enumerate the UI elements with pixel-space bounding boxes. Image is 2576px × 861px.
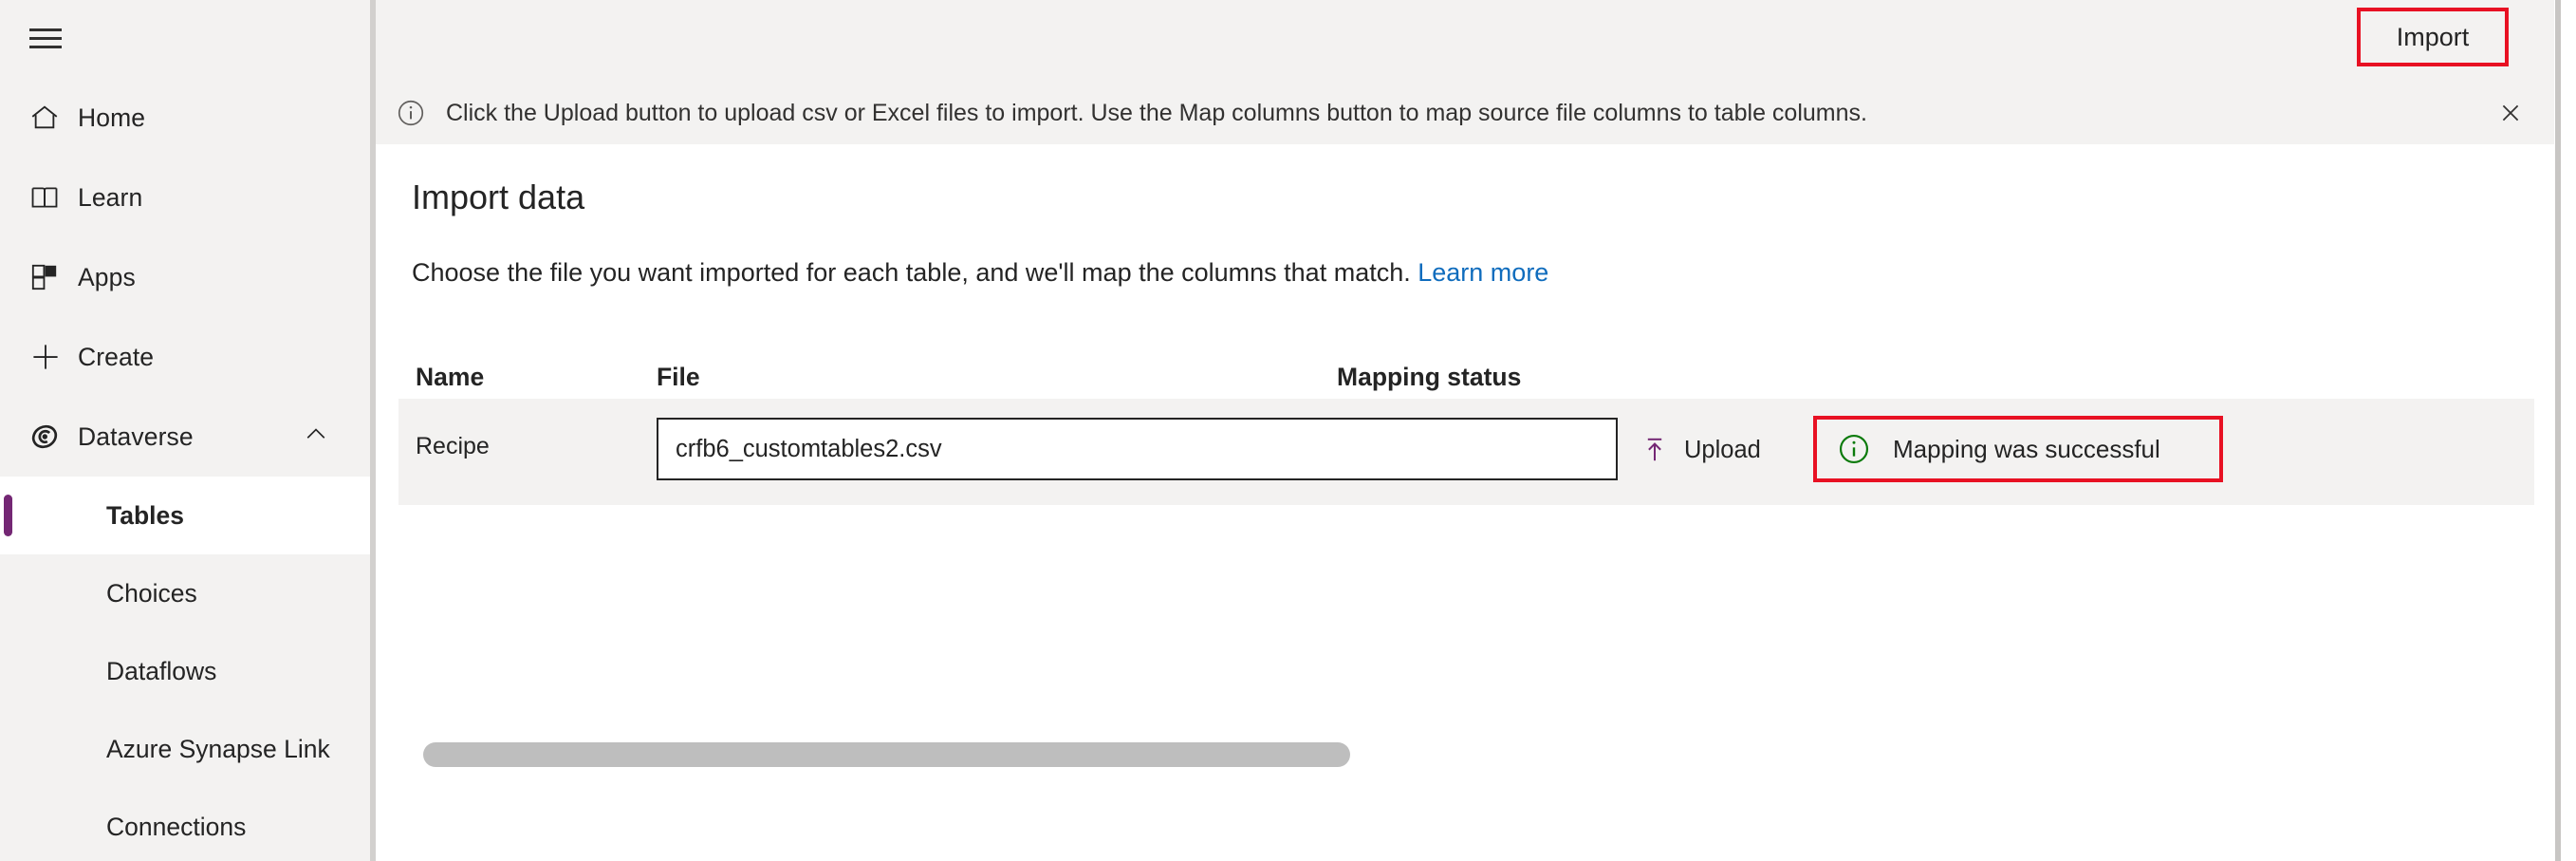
sidebar-item-label: Dataflows bbox=[106, 657, 216, 686]
command-bar: Import bbox=[376, 0, 2554, 82]
upload-arrow-icon bbox=[1639, 434, 1671, 466]
sidebar-item-create[interactable]: Create bbox=[0, 317, 370, 397]
column-header-file[interactable]: File bbox=[657, 363, 700, 392]
column-header-mapping-status[interactable]: Mapping status bbox=[1337, 363, 1521, 392]
close-icon[interactable] bbox=[2490, 92, 2531, 134]
sidebar-item-label: Azure Synapse Link bbox=[106, 735, 330, 764]
sidebar-item-label: Apps bbox=[78, 263, 136, 292]
sidebar-item-label: Connections bbox=[106, 813, 246, 842]
app-window: Home Learn bbox=[0, 0, 2576, 861]
sidebar-item-label: Tables bbox=[106, 501, 184, 531]
dataverse-swirl-icon bbox=[28, 421, 78, 453]
sidebar-group-label: Dataverse bbox=[78, 422, 194, 452]
sidebar-item-tables[interactable]: Tables bbox=[0, 477, 370, 554]
import-data-panel: Import data Choose the file you want imp… bbox=[376, 144, 2554, 861]
info-circle-green-icon bbox=[1836, 431, 1872, 467]
page-vertical-scrollbar-thumb[interactable] bbox=[2555, 0, 2561, 861]
sidebar-item-label: Choices bbox=[106, 579, 197, 608]
apps-grid-icon bbox=[28, 261, 78, 293]
book-icon bbox=[28, 181, 78, 214]
sidebar-item-label: Home bbox=[78, 103, 145, 133]
upload-button[interactable]: Upload bbox=[1639, 427, 1761, 473]
sidebar-group-dataverse[interactable]: Dataverse bbox=[0, 397, 370, 477]
info-message-text: Click the Upload button to upload csv or… bbox=[446, 100, 1867, 127]
sidebar-item-connections[interactable]: Connections bbox=[0, 788, 370, 861]
page-subtitle: Choose the file you want imported for ea… bbox=[412, 258, 1548, 288]
sidebar-item-dataflows[interactable]: Dataflows bbox=[0, 632, 370, 710]
info-circle-icon bbox=[395, 97, 427, 129]
sidebar-item-azure-synapse-link[interactable]: Azure Synapse Link bbox=[0, 710, 370, 788]
page-subtitle-text: Choose the file you want imported for ea… bbox=[412, 258, 1411, 287]
sidebar-item-apps[interactable]: Apps bbox=[0, 237, 370, 317]
page-vertical-scrollbar[interactable] bbox=[2555, 0, 2576, 861]
import-button[interactable]: Import bbox=[2357, 8, 2509, 66]
learn-more-link[interactable]: Learn more bbox=[1418, 258, 1548, 287]
sidebar-item-choices[interactable]: Choices bbox=[0, 554, 370, 632]
active-indicator-bar bbox=[4, 495, 12, 536]
mapping-status-text: Mapping was successful bbox=[1893, 435, 2160, 464]
grid-header-row: Name File Mapping status bbox=[398, 363, 2533, 399]
mapping-status-badge[interactable]: Mapping was successful bbox=[1813, 416, 2223, 482]
sidebar-item-learn[interactable]: Learn bbox=[0, 158, 370, 237]
import-grid: Name File Mapping status Recipe crfb6_cu… bbox=[398, 363, 2533, 505]
hamburger-icon bbox=[29, 28, 62, 49]
page-title: Import data bbox=[412, 178, 584, 217]
upload-button-label: Upload bbox=[1684, 437, 1761, 464]
chevron-up-icon[interactable] bbox=[302, 421, 330, 454]
grid-horizontal-scrollbar[interactable] bbox=[423, 742, 1350, 767]
file-name-input[interactable]: crfb6_customtables2.csv bbox=[657, 418, 1618, 480]
hamburger-menu-button[interactable] bbox=[0, 0, 91, 78]
sidebar-item-label: Create bbox=[78, 343, 154, 372]
sidebar-primary-items: Home Learn bbox=[0, 78, 370, 861]
cell-table-name: Recipe bbox=[416, 433, 490, 460]
left-navigation-sidebar: Home Learn bbox=[0, 0, 370, 861]
file-name-input-value: crfb6_customtables2.csv bbox=[676, 436, 942, 463]
home-icon bbox=[28, 102, 78, 134]
table-row[interactable]: Recipe crfb6_customtables2.csv Upload bbox=[398, 399, 2534, 505]
sidebar-item-home[interactable]: Home bbox=[0, 78, 370, 158]
info-message-bar: Click the Upload button to upload csv or… bbox=[376, 82, 2554, 144]
column-header-name[interactable]: Name bbox=[416, 363, 484, 392]
sidebar-item-label: Learn bbox=[78, 183, 142, 213]
import-button-label: Import bbox=[2397, 23, 2470, 52]
plus-icon bbox=[28, 340, 78, 374]
